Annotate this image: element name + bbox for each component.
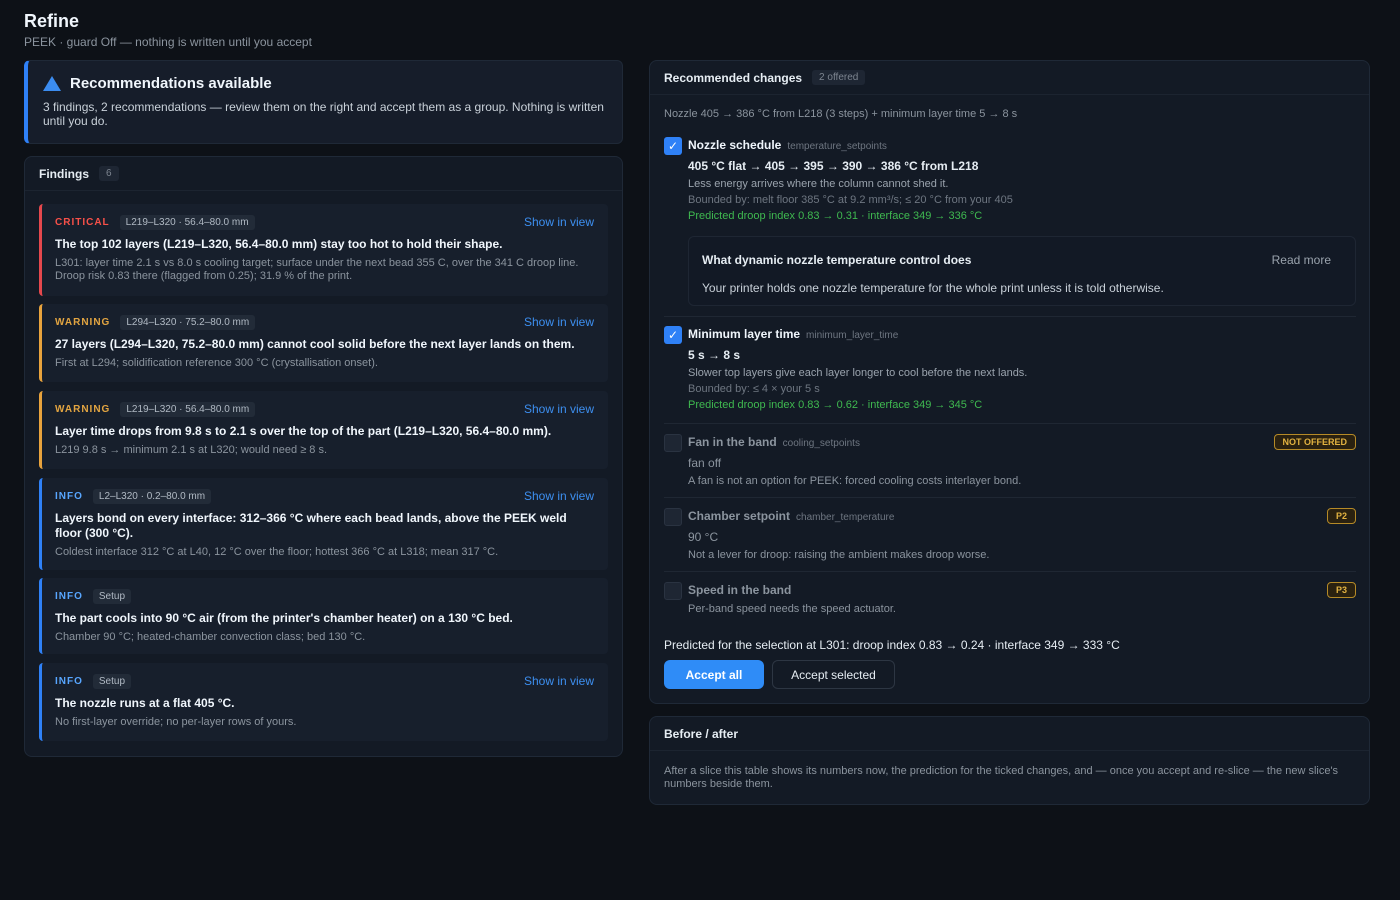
finding-card: CRITICAL L219–L320 · 56.4–80.0 mm Show i… [39, 204, 608, 296]
setting-key: minimum_layer_time [806, 330, 899, 341]
finding-description: Chamber 90 °C; heated-chamber convection… [55, 631, 366, 643]
accept-all-button[interactable]: Accept all [664, 660, 764, 689]
recommendation-value: 405 °C flat → 405 → 395 → 390 → 386 °C f… [688, 159, 979, 173]
finding-card: INFO Setup The part cools into 90 °C air… [39, 578, 608, 654]
findings-title: Findings [39, 166, 89, 181]
priority-badge: P2 [1326, 508, 1356, 524]
alert-title: Recommendations available [70, 75, 272, 92]
recommendations-alert: Recommendations available 3 findings, 2 … [24, 60, 623, 144]
finding-card: WARNING L219–L320 · 56.4–80.0 mm Show in… [39, 391, 608, 469]
divider [664, 571, 1356, 572]
finding-title: The part cools into 90 °C air (from the … [55, 611, 513, 625]
recommendation-summary: Nozzle 405 → 386 °C from L218 (3 steps) … [664, 108, 1018, 120]
severity-label: WARNING [55, 316, 111, 328]
finding-title: The nozzle runs at a flat 405 °C. [55, 696, 235, 710]
priority-badge: P3 [1326, 582, 1356, 598]
setup-tag: Setup [92, 588, 132, 604]
recommendation-nozzle-schedule: ✓ Nozzle schedule temperature_setpoints 4… [664, 137, 1356, 222]
layer-range-tag: L2–L320 · 0.2–80.0 mm [92, 488, 212, 504]
finding-title: Layer time drops from 9.8 s to 2.1 s ove… [55, 424, 552, 438]
finding-description: No first-layer override; no per-layer ro… [55, 716, 297, 728]
recommendation-bound: Bounded by: ≤ 4 × your 5 s [688, 383, 820, 395]
recommendation-rationale: Not a lever for droop: raising the ambie… [688, 549, 990, 561]
recommendation-prediction: Predicted droop index 0.83 → 0.62 · inte… [688, 399, 983, 411]
show-in-view-link[interactable]: Show in view [524, 402, 594, 416]
offered-count-badge: 2 offered [812, 70, 866, 85]
severity-label: WARNING [55, 403, 111, 415]
recommendation-fan-in-band: Fan in the band cooling_setpoints fan off… [664, 434, 1356, 487]
nozzle-schedule-checkbox[interactable]: ✓ [664, 137, 682, 155]
chamber-setpoint-checkbox [664, 508, 682, 526]
recommendation-minimum-layer-time: ✓ Minimum layer time minimum_layer_time 5… [664, 326, 1356, 411]
finding-description: First at L294; solidification reference … [55, 357, 378, 369]
recommendation-value: 90 °C [688, 530, 719, 544]
divider [664, 423, 1356, 424]
setting-key: cooling_setpoints [782, 438, 860, 449]
page-title: Refine [24, 11, 80, 31]
finding-card: INFO L2–L320 · 0.2–80.0 mm Show in view … [39, 478, 608, 570]
nozzle-control-explainer: What dynamic nozzle temperature control … [688, 236, 1356, 306]
recommendation-bound: Bounded by: melt floor 385 °C at 9.2 mm³… [688, 194, 1013, 206]
not-offered-badge: NOT OFFERED [1273, 434, 1356, 450]
finding-card: INFO Setup Show in view The nozzle runs … [39, 663, 608, 741]
finding-description: L219 9.8 s → minimum 2.1 s at L320; woul… [55, 444, 328, 456]
setting-key: chamber_temperature [796, 512, 895, 523]
layer-range-tag: L219–L320 · 56.4–80.0 mm [119, 214, 255, 230]
recommendation-value: fan off [688, 456, 722, 470]
finding-title: Layers bond on every interface: 312–366 … [55, 511, 567, 540]
show-in-view-link[interactable]: Show in view [524, 674, 594, 688]
recommended-title: Recommended changes [664, 70, 803, 85]
severity-label: CRITICAL [55, 216, 110, 228]
page-header: Refine PEEK · guard Off — nothing is wri… [24, 10, 312, 49]
page-subtitle: PEEK · guard Off — nothing is written un… [24, 35, 312, 49]
alert-body: 3 findings, 2 recommendations — review t… [43, 100, 604, 128]
before-after-panel: Before / after After a slice this table … [649, 716, 1370, 805]
finding-description: Coldest interface 312 °C at L40, 12 °C o… [55, 546, 499, 558]
recommendation-name: Speed in the band [688, 583, 792, 597]
warning-triangle-icon [43, 76, 61, 91]
explainer-text: Your printer holds one nozzle temperatur… [702, 281, 1164, 295]
finding-title: The top 102 layers (L219–L320, 56.4–80.0… [55, 237, 503, 251]
show-in-view-link[interactable]: Show in view [524, 315, 594, 329]
severity-label: INFO [55, 490, 83, 502]
setting-key: temperature_setpoints [787, 141, 887, 152]
show-in-view-link[interactable]: Show in view [524, 489, 594, 503]
recommendation-prediction: Predicted droop index 0.83 → 0.31 · inte… [688, 210, 983, 222]
fan-in-band-checkbox [664, 434, 682, 452]
recommendation-speed-in-band: Speed in the band Per-band speed needs t… [664, 582, 1356, 615]
severity-label: INFO [55, 590, 83, 602]
findings-count-badge: 6 [99, 166, 119, 181]
finding-title: 27 layers (L294–L320, 75.2–80.0 mm) cann… [55, 337, 575, 351]
layer-range-tag: L294–L320 · 75.2–80.0 mm [120, 314, 256, 330]
recommendation-rationale: A fan is not an option for PEEK: forced … [688, 475, 1022, 487]
accept-selected-button[interactable]: Accept selected [772, 660, 895, 689]
recommendation-name: Chamber setpoint [688, 509, 791, 523]
speed-in-band-checkbox [664, 582, 682, 600]
before-after-title: Before / after [664, 726, 739, 741]
recommendation-value: 5 s → 8 s [688, 348, 741, 362]
recommendation-rationale: Slower top layers give each layer longer… [688, 367, 1028, 379]
recommendation-name: Nozzle schedule [688, 138, 782, 152]
layer-range-tag: L219–L320 · 56.4–80.0 mm [120, 401, 256, 417]
recommendation-rationale: Per-band speed needs the speed actuator. [688, 603, 896, 615]
recommendation-rationale: Less energy arrives where the column can… [688, 178, 949, 190]
finding-card: WARNING L294–L320 · 75.2–80.0 mm Show in… [39, 304, 608, 382]
selection-prediction: Predicted for the selection at L301: dro… [664, 638, 1120, 652]
setup-tag: Setup [92, 673, 132, 689]
recommendation-chamber-setpoint: Chamber setpoint chamber_temperature 90 °… [664, 508, 1356, 561]
explainer-title: What dynamic nozzle temperature control … [702, 253, 972, 267]
read-more-link[interactable]: Read more [1272, 253, 1331, 267]
before-after-description: After a slice this table shows its numbe… [664, 765, 1339, 790]
findings-panel: Findings 6 CRITICAL L219–L320 · 56.4–80.… [24, 156, 623, 757]
show-in-view-link[interactable]: Show in view [524, 215, 594, 229]
recommended-changes-panel: Recommended changes 2 offered Nozzle 405… [649, 60, 1370, 704]
severity-label: INFO [55, 675, 83, 687]
finding-description: L301: layer time 2.1 s vs 8.0 s cooling … [55, 257, 579, 282]
minimum-layer-time-checkbox[interactable]: ✓ [664, 326, 682, 344]
divider [664, 316, 1356, 317]
recommendation-name: Fan in the band [688, 435, 777, 449]
recommendation-name: Minimum layer time [688, 327, 801, 341]
divider [664, 497, 1356, 498]
